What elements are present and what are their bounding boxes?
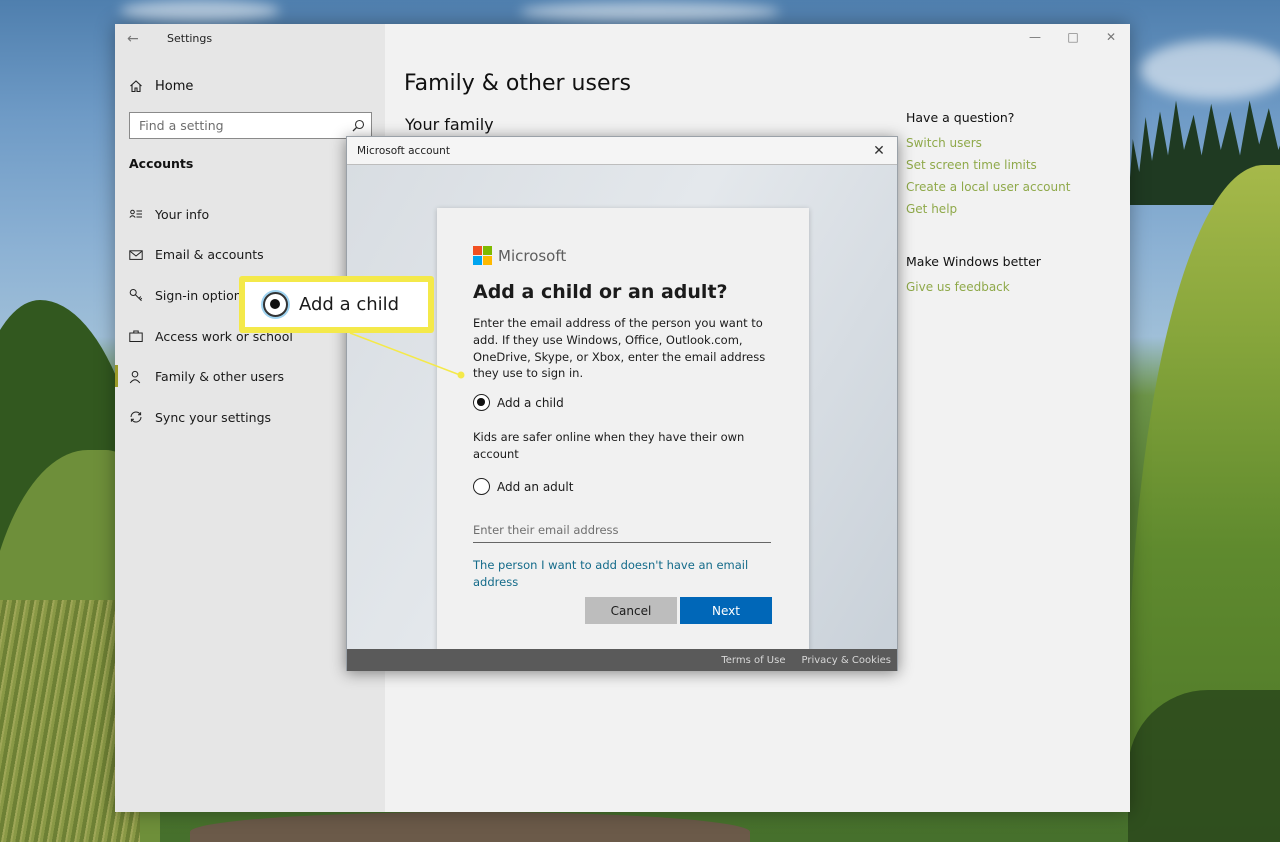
envelope-icon <box>129 250 143 260</box>
logo-square <box>473 246 482 255</box>
search-icon[interactable] <box>352 119 365 132</box>
sidebar-item-label: Family & other users <box>155 369 284 385</box>
settings-sidebar: ← Settings Home Accounts Your info Email… <box>115 24 385 812</box>
dirt-path <box>190 812 750 842</box>
screen-time-link[interactable]: Set screen time limits <box>906 158 1126 172</box>
logo-square <box>473 256 482 265</box>
add-adult-option[interactable]: Add an adult <box>473 478 573 495</box>
cloud <box>1140 40 1280 100</box>
radio-selected-icon <box>263 292 288 317</box>
email-field[interactable] <box>473 517 771 543</box>
microsoft-wordmark: Microsoft <box>498 246 567 265</box>
help-column: Have a question? Switch users Set screen… <box>906 110 1126 302</box>
home-label: Home <box>155 78 194 94</box>
close-icon[interactable]: ✕ <box>1092 24 1130 50</box>
dialog-footer: Terms of Use Privacy & Cookies <box>347 649 897 671</box>
kids-safety-note: Kids are safer online when they have the… <box>473 430 745 461</box>
cloud <box>120 0 280 22</box>
terms-of-use-link[interactable]: Terms of Use <box>721 655 785 666</box>
accounts-heading: Accounts <box>129 156 194 171</box>
add-adult-label: Add an adult <box>497 479 574 494</box>
callout-highlight: Add a child <box>239 276 434 333</box>
sidebar-item-family-other-users[interactable]: Family & other users <box>115 356 385 397</box>
shadow-right <box>1128 690 1280 842</box>
help-heading: Have a question? <box>906 110 1015 125</box>
person-icon <box>129 370 141 383</box>
window-controls: — □ ✕ <box>1016 24 1130 50</box>
callout-label: Add a child <box>299 294 400 315</box>
switch-users-link[interactable]: Switch users <box>906 136 1126 150</box>
maximize-icon[interactable]: □ <box>1054 24 1092 50</box>
sidebar-item-label: Email & accounts <box>155 247 264 263</box>
settings-search-box <box>129 112 372 139</box>
add-adult-radio[interactable] <box>473 478 490 495</box>
no-email-link[interactable]: The person I want to add doesn't have an… <box>473 557 773 591</box>
briefcase-icon <box>129 330 143 343</box>
window-title: Settings <box>167 32 213 45</box>
sidebar-item-label: Your info <box>155 206 210 222</box>
sidebar-item-your-info[interactable]: Your info <box>115 194 385 235</box>
microsoft-account-dialog: Microsoft account ✕ Microsoft Add a chil… <box>346 136 898 671</box>
microsoft-logo-icon <box>473 246 492 265</box>
person-card-icon <box>129 209 142 219</box>
dialog-description: Enter the email address of the person yo… <box>473 316 766 381</box>
feedback-link[interactable]: Give us feedback <box>906 280 1126 294</box>
add-user-card: Microsoft Add a child or an adult? Enter… <box>437 208 809 661</box>
dialog-title: Microsoft account <box>357 145 450 157</box>
sidebar-item-label: Sign-in options <box>155 287 249 303</box>
logo-square <box>483 246 492 255</box>
minimize-icon[interactable]: — <box>1016 24 1054 50</box>
page-title: Family & other users <box>404 71 631 96</box>
privacy-cookies-link[interactable]: Privacy & Cookies <box>801 655 891 666</box>
key-icon <box>129 289 143 302</box>
add-child-option[interactable]: Add a child <box>473 394 564 411</box>
close-icon[interactable]: ✕ <box>869 141 889 161</box>
local-account-link[interactable]: Create a local user account <box>906 180 1126 194</box>
add-child-label: Add a child <box>497 395 564 410</box>
callout-content: Add a child <box>245 282 428 327</box>
add-child-radio[interactable] <box>473 394 490 411</box>
logo-square <box>483 256 492 265</box>
your-family-heading: Your family <box>405 115 494 134</box>
cloud <box>520 2 780 22</box>
feedback-heading: Make Windows better <box>906 254 1041 269</box>
home-link[interactable]: Home <box>129 76 193 96</box>
sync-icon <box>130 411 142 423</box>
cancel-button[interactable]: Cancel <box>585 597 677 624</box>
dialog-heading: Add a child or an adult? <box>473 281 728 303</box>
dialog-titlebar: Microsoft account ✕ <box>347 137 897 165</box>
selection-indicator <box>115 365 118 388</box>
home-icon <box>130 80 142 93</box>
get-help-link[interactable]: Get help <box>906 202 1126 216</box>
back-arrow-icon[interactable]: ← <box>127 31 139 47</box>
sidebar-item-email-accounts[interactable]: Email & accounts <box>115 235 385 276</box>
sidebar-item-sync-settings[interactable]: Sync your settings <box>115 397 385 438</box>
dialog-background: Microsoft Add a child or an adult? Enter… <box>347 165 897 661</box>
settings-search-input[interactable] <box>130 113 346 138</box>
sidebar-item-label: Sync your settings <box>155 409 272 425</box>
next-button[interactable]: Next <box>680 597 772 624</box>
microsoft-logo: Microsoft <box>473 246 566 265</box>
